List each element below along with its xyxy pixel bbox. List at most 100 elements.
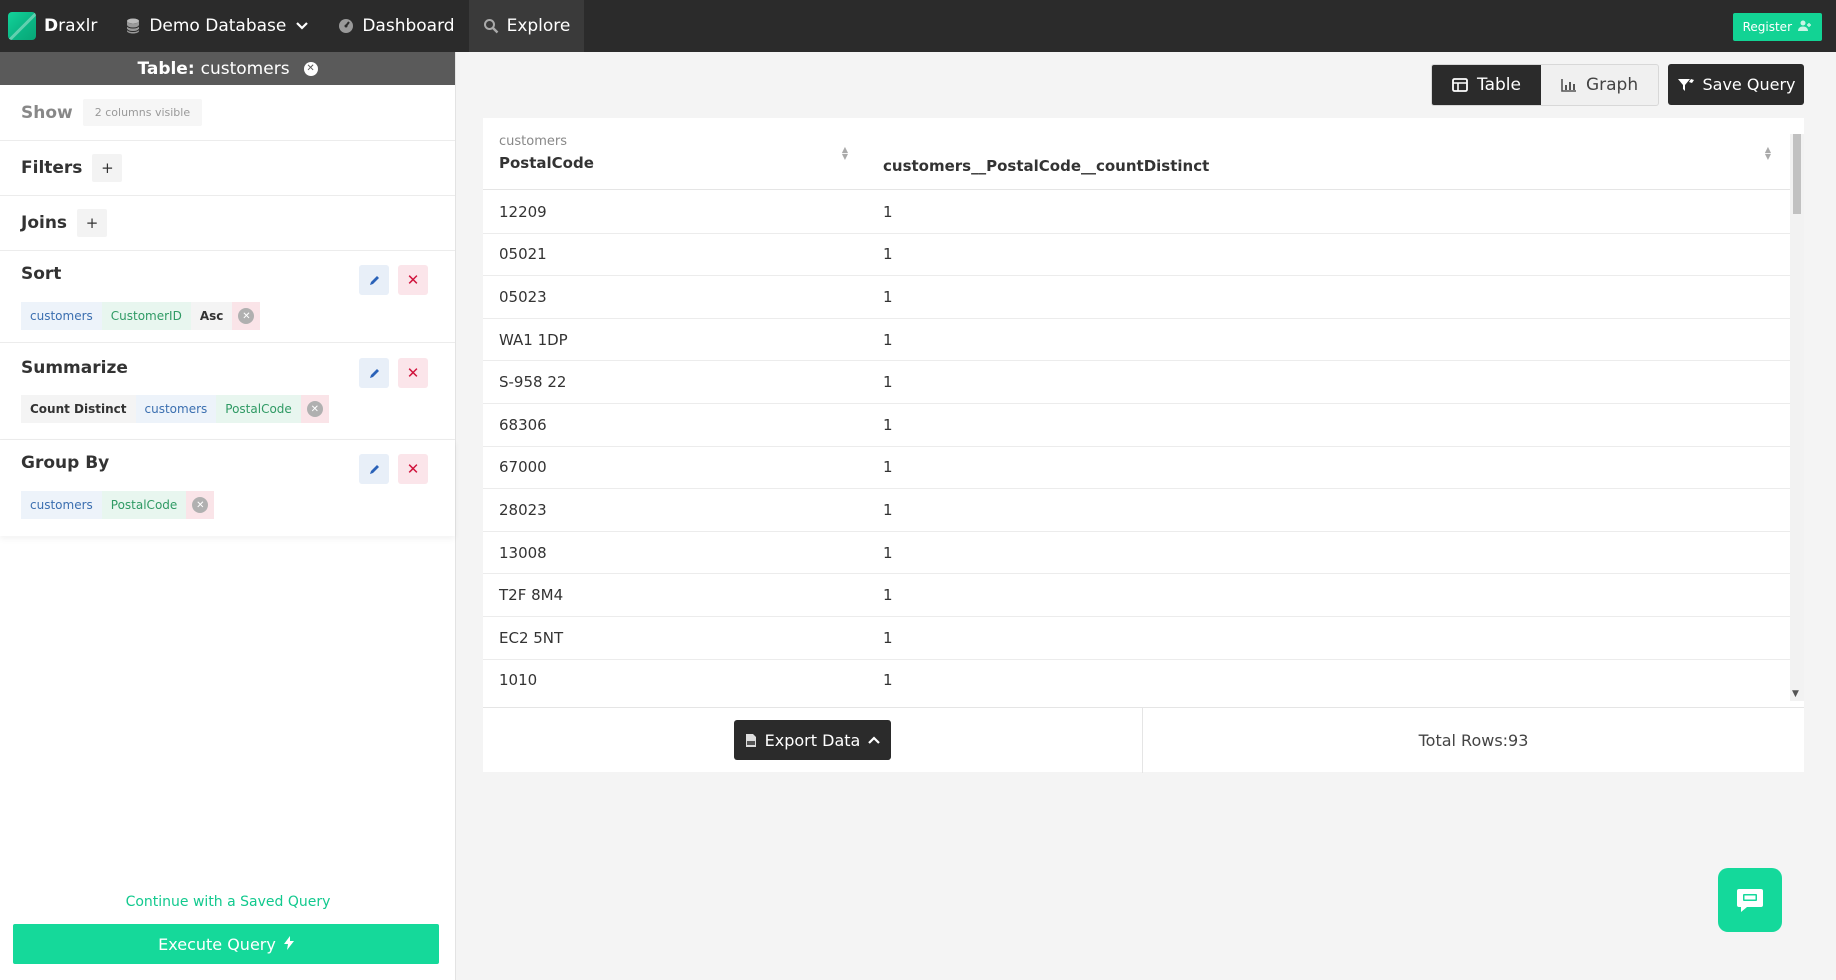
- cell-postalcode: 12209: [499, 202, 547, 221]
- edit-group-by-button[interactable]: [359, 454, 389, 484]
- nav-dashboard[interactable]: Dashboard: [324, 0, 468, 52]
- save-query-label: Save Query: [1702, 75, 1796, 94]
- execute-query-button[interactable]: Execute Query: [13, 924, 439, 964]
- save-query-button[interactable]: Save Query: [1668, 64, 1804, 105]
- delete-sort-button[interactable]: ✕: [398, 265, 428, 295]
- database-icon: [125, 18, 141, 34]
- column-header-postalcode[interactable]: customers PostalCode: [499, 134, 594, 172]
- register-button[interactable]: Register: [1732, 13, 1822, 41]
- group-by-title: Group By: [21, 453, 110, 473]
- table-row: T2F 8M4 1: [483, 574, 1790, 617]
- cell-count-distinct: 1: [883, 202, 893, 221]
- table-name: customers: [200, 58, 290, 79]
- cell-count-distinct: 1: [883, 373, 893, 392]
- chat-bubble-icon: [1737, 889, 1763, 912]
- group-by-section: Group By ✕ customers PostalCode ✕: [0, 440, 455, 536]
- pencil-icon: [369, 275, 379, 285]
- cell-count-distinct: 1: [883, 543, 893, 562]
- continue-saved-query-link[interactable]: Continue with a Saved Query: [0, 894, 456, 910]
- chevron-up-icon: [868, 736, 881, 744]
- table-icon: [1452, 78, 1468, 92]
- table-row: 05023 1: [483, 276, 1790, 319]
- cell-postalcode: EC2 5NT: [499, 628, 564, 647]
- nav-dashboard-label: Dashboard: [362, 16, 455, 36]
- summarize-title: Summarize: [21, 358, 128, 378]
- table-row: 67000 1: [483, 447, 1790, 490]
- scrollbar-thumb[interactable]: [1793, 134, 1801, 214]
- close-icon: ✕: [406, 364, 420, 382]
- pencil-icon: [369, 464, 379, 474]
- group-by-tag-column: PostalCode: [101, 491, 187, 519]
- table-view-button[interactable]: Table: [1432, 65, 1541, 105]
- results-table-body: 12209 1 05021 1 05023 1 WA1 1DP 1 S-958 22 1 68306…: [483, 191, 1790, 701]
- export-data-label: Export Data: [764, 730, 861, 750]
- sort-tag: customers CustomerID Asc ✕: [21, 302, 261, 330]
- csv-file-icon: [745, 733, 756, 747]
- chat-button[interactable]: [1718, 868, 1782, 932]
- sort-arrows-icon[interactable]: ▲ ▼: [840, 146, 850, 161]
- execute-query-label: Execute Query: [158, 934, 276, 954]
- table-view-label: Table: [1477, 75, 1521, 95]
- remove-group-by-tag[interactable]: ✕: [186, 491, 215, 519]
- nav-explore[interactable]: Explore: [468, 0, 585, 52]
- column-table-label: customers: [499, 134, 567, 149]
- results-scrollbar[interactable]: ▼: [1790, 134, 1804, 701]
- selected-table-header: Table: customers ✕: [0, 52, 455, 85]
- cell-count-distinct: 1: [883, 415, 893, 434]
- cell-postalcode: 05023: [499, 287, 547, 306]
- table-row: EC2 5NT 1: [483, 617, 1790, 660]
- remove-circle-icon: ✕: [306, 401, 323, 417]
- table-row: 13008 1: [483, 532, 1790, 575]
- sort-tag-direction: Asc: [190, 302, 233, 330]
- table-row: 12209 1: [483, 191, 1790, 234]
- summarize-tag-function: Count Distinct: [21, 395, 136, 423]
- add-join-button[interactable]: +: [77, 209, 108, 237]
- scroll-down-icon[interactable]: ▼: [1792, 689, 1799, 699]
- remove-circle-icon: ✕: [192, 497, 209, 513]
- sort-tag-column: CustomerID: [101, 302, 191, 330]
- cell-postalcode: 1010: [499, 671, 538, 690]
- draxlr-logo-icon: [8, 12, 36, 40]
- sort-arrows-icon[interactable]: ▲ ▼: [1763, 146, 1773, 161]
- columns-visible-pill[interactable]: 2 columns visible: [82, 99, 203, 126]
- cell-count-distinct: 1: [883, 330, 893, 349]
- brand[interactable]: Draxlr: [0, 0, 111, 52]
- cell-postalcode: T2F 8M4: [499, 586, 564, 605]
- cell-postalcode: 13008: [499, 543, 547, 562]
- table-row: 68306 1: [483, 404, 1790, 447]
- cell-postalcode: 67000: [499, 458, 547, 477]
- group-by-tag-table: customers: [21, 491, 102, 519]
- add-filter-button[interactable]: +: [92, 154, 123, 182]
- cell-count-distinct: 1: [883, 458, 893, 477]
- query-builder-sidebar: Table: customers ✕ Show 2 columns visibl…: [0, 52, 456, 980]
- show-title: Show: [21, 102, 73, 123]
- edit-sort-button[interactable]: [359, 265, 389, 295]
- table-row: 28023 1: [483, 489, 1790, 532]
- total-rows-count: Total Rows:93: [1418, 731, 1529, 750]
- delete-summarize-button[interactable]: ✕: [398, 358, 428, 388]
- filter-save-icon: [1677, 78, 1694, 91]
- joins-title: Joins: [21, 213, 68, 233]
- cell-postalcode: 05021: [499, 245, 547, 264]
- cell-postalcode: WA1 1DP: [499, 330, 568, 349]
- graph-view-button[interactable]: Graph: [1541, 65, 1658, 105]
- export-data-button[interactable]: Export Data: [734, 720, 891, 760]
- sort-tag-table: customers: [21, 302, 102, 330]
- group-by-tag: customers PostalCode ✕: [21, 491, 215, 519]
- cell-count-distinct: 1: [883, 628, 893, 647]
- pencil-icon: [369, 368, 379, 378]
- nav-demo-database[interactable]: Demo Database: [111, 0, 324, 52]
- table-row: WA1 1DP 1: [483, 319, 1790, 362]
- dashboard-icon: [338, 18, 354, 34]
- remove-table-icon[interactable]: ✕: [303, 61, 318, 76]
- graph-view-label: Graph: [1585, 75, 1639, 95]
- remove-sort-tag[interactable]: ✕: [232, 302, 261, 330]
- table-row: 05021 1: [483, 234, 1790, 277]
- edit-summarize-button[interactable]: [359, 358, 389, 388]
- column-name-label: PostalCode: [499, 154, 594, 172]
- add-user-icon: [1798, 20, 1812, 35]
- remove-circle-icon: ✕: [238, 308, 255, 324]
- column-header-count-distinct[interactable]: customers__PostalCode__countDistinct: [883, 157, 1209, 175]
- delete-group-by-button[interactable]: ✕: [398, 454, 428, 484]
- remove-summarize-tag[interactable]: ✕: [300, 395, 329, 423]
